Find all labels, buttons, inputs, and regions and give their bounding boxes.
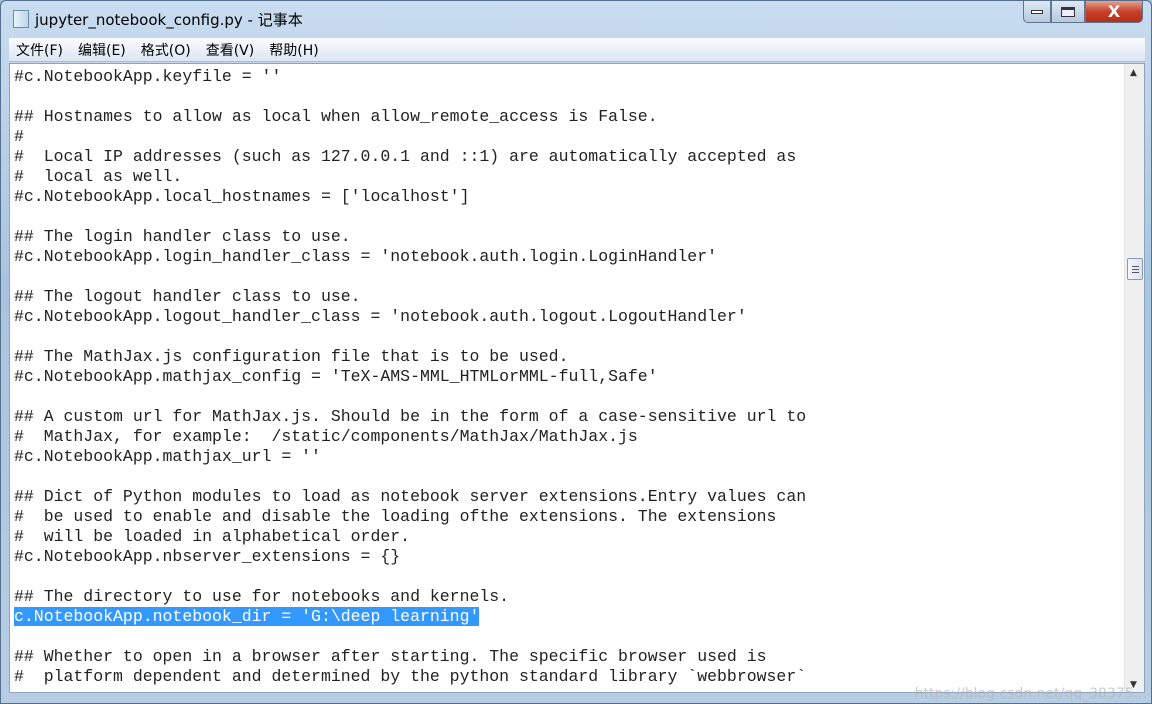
line-text: # will be loaded in alphabetical order.: [14, 527, 411, 546]
minimize-icon: [1031, 9, 1043, 14]
text-line: ## The directory to use for notebooks an…: [14, 587, 806, 607]
menu-edit[interactable]: 编辑(E): [78, 40, 126, 60]
title-bar[interactable]: jupyter_notebook_config.py - 记事本 X: [1, 1, 1151, 37]
text-line: [14, 387, 806, 407]
vertical-scrollbar[interactable]: ▲ ▼: [1124, 64, 1144, 692]
close-button[interactable]: X: [1085, 1, 1143, 23]
menu-view[interactable]: 查看(V): [206, 40, 255, 60]
text-line: #c.NotebookApp.local_hostnames = ['local…: [14, 187, 806, 207]
text-line: #c.NotebookApp.keyfile = '': [14, 67, 806, 87]
text-line: ## The login handler class to use.: [14, 227, 806, 247]
text-line: ## Whether to open in a browser after st…: [14, 647, 806, 667]
line-text: #c.NotebookApp.mathjax_url = '': [14, 447, 321, 466]
line-text: #c.NotebookApp.login_handler_class = 'no…: [14, 247, 718, 266]
close-icon: X: [1107, 2, 1121, 21]
text-line: [14, 567, 806, 587]
window-title: jupyter_notebook_config.py - 记事本: [35, 11, 303, 29]
line-text: #c.NotebookApp.local_hostnames = ['local…: [14, 187, 470, 206]
text-line: # be used to enable and disable the load…: [14, 507, 806, 527]
line-text: ## Dict of Python modules to load as not…: [14, 487, 807, 506]
text-line: c.NotebookApp.notebook_dir = 'G:\deep le…: [14, 607, 806, 627]
text-line: [14, 207, 806, 227]
menu-file[interactable]: 文件(F): [16, 40, 63, 60]
text-line: #: [14, 127, 806, 147]
watermark: https://blog.csdn.net/qq_38375...: [914, 686, 1147, 702]
line-text: # MathJax, for example: /static/componen…: [14, 427, 638, 446]
text-line: # will be loaded in alphabetical order.: [14, 527, 806, 547]
notepad-window: jupyter_notebook_config.py - 记事本 X 文件(F)…: [0, 0, 1152, 704]
text-line: ## Hostnames to allow as local when allo…: [14, 107, 806, 127]
text-line: ## A custom url for MathJax.js. Should b…: [14, 407, 806, 427]
text-line: [14, 467, 806, 487]
line-text: # be used to enable and disable the load…: [14, 507, 777, 526]
text-line: # local as well.: [14, 167, 806, 187]
text-line: #c.NotebookApp.mathjax_url = '': [14, 447, 806, 467]
line-text: ## The directory to use for notebooks an…: [14, 587, 510, 606]
text-line: [14, 327, 806, 347]
line-text: ## Hostnames to allow as local when allo…: [14, 107, 658, 126]
line-text: ## The MathJax.js configuration file tha…: [14, 347, 569, 366]
text-line: # MathJax, for example: /static/componen…: [14, 427, 806, 447]
line-text: #c.NotebookApp.logout_handler_class = 'n…: [14, 307, 747, 326]
text-line: # platform dependent and determined by t…: [14, 667, 806, 687]
line-text: #c.NotebookApp.keyfile = '': [14, 67, 282, 86]
menu-format[interactable]: 格式(O): [141, 40, 191, 60]
text-line: #c.NotebookApp.nbserver_extensions = {}: [14, 547, 806, 567]
text-line: #c.NotebookApp.logout_handler_class = 'n…: [14, 307, 806, 327]
text-line: ## Dict of Python modules to load as not…: [14, 487, 806, 507]
maximize-icon: [1061, 6, 1075, 17]
notepad-icon: [13, 10, 29, 28]
menu-help[interactable]: 帮助(H): [269, 40, 318, 60]
text-editor[interactable]: #c.NotebookApp.keyfile = '' ## Hostnames …: [9, 63, 1145, 693]
text-line: [14, 627, 806, 647]
line-text: #: [14, 127, 24, 146]
minimize-button[interactable]: [1023, 1, 1051, 23]
maximize-button[interactable]: [1051, 1, 1085, 23]
text-line: [14, 267, 806, 287]
line-text: #c.NotebookApp.nbserver_extensions = {}: [14, 547, 401, 566]
text-line: ## The MathJax.js configuration file tha…: [14, 347, 806, 367]
line-text: ## The login handler class to use.: [14, 227, 351, 246]
editor-content[interactable]: #c.NotebookApp.keyfile = '' ## Hostnames …: [14, 67, 806, 687]
text-line: ## The logout handler class to use.: [14, 287, 806, 307]
line-text: # local as well.: [14, 167, 183, 186]
line-text: # platform dependent and determined by t…: [14, 667, 807, 686]
selected-text: c.NotebookApp.notebook_dir = 'G:\deep le…: [14, 607, 480, 626]
scroll-up-icon[interactable]: ▲: [1130, 68, 1137, 78]
line-text: #c.NotebookApp.mathjax_config = 'TeX-AMS…: [14, 367, 658, 386]
line-text: ## The logout handler class to use.: [14, 287, 361, 306]
menu-bar: 文件(F) 编辑(E) 格式(O) 查看(V) 帮助(H): [9, 38, 1145, 62]
line-text: ## A custom url for MathJax.js. Should b…: [14, 407, 807, 426]
text-line: #c.NotebookApp.mathjax_config = 'TeX-AMS…: [14, 367, 806, 387]
text-line: [14, 87, 806, 107]
line-text: # Local IP addresses (such as 127.0.0.1 …: [14, 147, 797, 166]
line-text: ## Whether to open in a browser after st…: [14, 647, 767, 666]
text-line: # Local IP addresses (such as 127.0.0.1 …: [14, 147, 806, 167]
text-line: #c.NotebookApp.login_handler_class = 'no…: [14, 247, 806, 267]
scroll-thumb[interactable]: [1127, 258, 1143, 280]
